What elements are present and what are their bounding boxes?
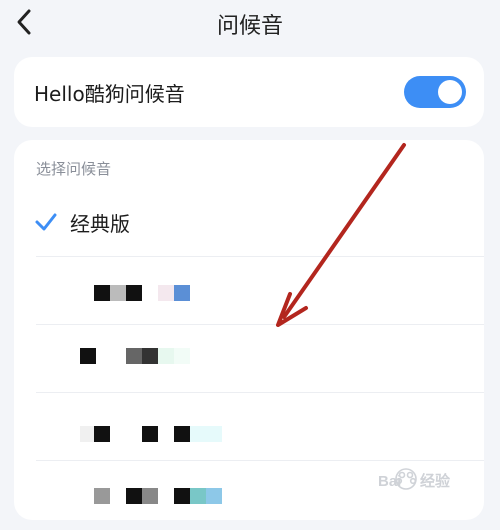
baidu-watermark-logo: Bai 经验 — [378, 468, 451, 490]
svg-text:Bai: Bai — [378, 473, 401, 490]
svg-text:经验: 经验 — [420, 472, 451, 490]
arrow-annotation-icon — [276, 143, 406, 327]
